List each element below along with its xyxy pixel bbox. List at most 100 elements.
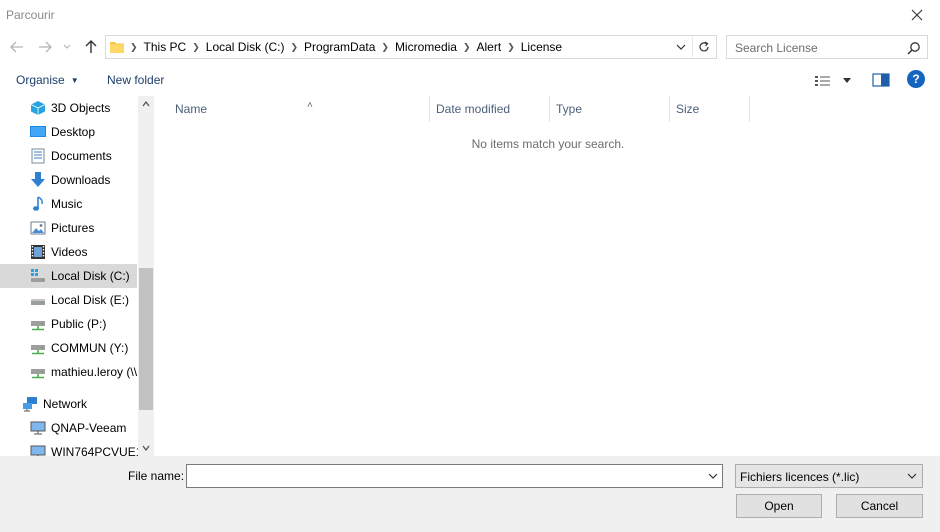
chevron-up-icon: [142, 101, 150, 107]
breadcrumb-separator-icon[interactable]: ❯: [461, 42, 473, 53]
nav-item-downloads[interactable]: Downloads: [0, 168, 137, 192]
scroll-thumb[interactable]: [139, 268, 153, 410]
nav-item-3d-objects[interactable]: 3D Objects: [0, 96, 137, 120]
change-view-button[interactable]: [815, 72, 855, 90]
empty-results-message: No items match your search.: [471, 137, 625, 151]
column-header-type[interactable]: Type: [550, 96, 670, 122]
details-view-icon: [815, 76, 830, 86]
nav-item-public-p[interactable]: Public (P:): [0, 312, 137, 336]
computer-icon: [30, 445, 46, 456]
nav-item-desktop[interactable]: Desktop: [0, 120, 137, 144]
nav-item-music[interactable]: Music: [0, 192, 137, 216]
network-drive-icon: [31, 345, 45, 355]
chevron-down-icon: [676, 44, 686, 50]
nav-scrollbar[interactable]: [138, 96, 154, 456]
nav-item-win764pcvue11[interactable]: WIN764PCVUE11: [0, 440, 148, 456]
file-type-value: Fichiers licences (*.lic): [740, 470, 860, 484]
file-type-dropdown-button[interactable]: [905, 468, 919, 484]
nav-item-label: Documents: [51, 149, 112, 163]
forward-arrow-icon: [39, 41, 52, 53]
address-history-button[interactable]: [674, 39, 688, 55]
file-name-label: File name:: [128, 469, 185, 483]
scroll-up-button[interactable]: [138, 96, 154, 112]
pictures-icon: [30, 221, 46, 235]
local-disk-icon: [31, 269, 45, 282]
breadcrumb-local-disk[interactable]: Local Disk (C:): [202, 40, 289, 54]
refresh-button[interactable]: [692, 37, 714, 57]
back-arrow-icon: [10, 41, 23, 53]
scroll-down-button[interactable]: [138, 440, 154, 456]
window-title: Parcourir: [6, 8, 55, 22]
nav-item-mathieu-leroy[interactable]: mathieu.leroy (\\: [0, 360, 137, 384]
file-type-select[interactable]: Fichiers licences (*.lic): [735, 464, 923, 488]
address-bar[interactable]: ❯ This PC ❯ Local Disk (C:) ❯ ProgramDat…: [105, 35, 717, 59]
nav-item-commun-y[interactable]: COMMUN (Y:): [0, 336, 137, 360]
nav-item-label: Public (P:): [51, 317, 107, 331]
navigation-bar: ❯ This PC ❯ Local Disk (C:) ❯ ProgramDat…: [0, 33, 940, 61]
chevron-down-icon: [907, 473, 917, 479]
breadcrumb: ❯ This PC ❯ Local Disk (C:) ❯ ProgramDat…: [128, 36, 566, 58]
back-button[interactable]: [8, 37, 26, 57]
nav-item-videos[interactable]: Videos: [0, 240, 137, 264]
search-input[interactable]: Search License: [735, 41, 818, 55]
nav-item-qnap-veeam[interactable]: QNAP-Veeam: [0, 416, 137, 440]
music-icon: [33, 196, 43, 211]
drive-icon: [31, 299, 45, 305]
nav-item-label: Downloads: [51, 173, 111, 187]
column-header-name[interactable]: ˄ Name: [169, 96, 430, 122]
breadcrumb-separator-icon[interactable]: ❯: [505, 42, 517, 53]
dialog-footer: File name: Fichiers licences (*.lic) Ope…: [0, 456, 940, 532]
organise-button[interactable]: Organise ▼: [16, 73, 79, 87]
nav-item-label: Network: [43, 397, 88, 411]
open-button[interactable]: Open: [736, 494, 822, 518]
documents-icon: [31, 148, 45, 164]
chevron-down-icon: [63, 44, 71, 49]
chevron-down-icon: [142, 445, 150, 451]
file-name-input[interactable]: [186, 464, 723, 488]
file-open-dialog: Parcourir ❯ This PC ❯ Local Disk (C:) ❯ …: [0, 0, 940, 532]
breadcrumb-micromedia[interactable]: Micromedia: [391, 40, 461, 54]
close-button[interactable]: [894, 0, 940, 30]
refresh-icon: [698, 41, 709, 52]
breadcrumb-separator-icon[interactable]: ❯: [288, 42, 300, 53]
nav-item-pictures[interactable]: Pictures: [0, 216, 137, 240]
breadcrumb-this-pc[interactable]: This PC: [140, 40, 191, 54]
nav-item-label: 3D Objects: [51, 101, 111, 115]
preview-pane-icon[interactable]: [872, 72, 890, 88]
breadcrumb-separator-icon: ❯: [130, 41, 138, 52]
desktop-icon: [30, 126, 46, 137]
nav-item-label: COMMUN (Y:): [51, 341, 129, 355]
organise-label: Organise: [16, 73, 65, 87]
up-button[interactable]: [82, 37, 100, 57]
file-list[interactable]: ˄ Name Date modified Type Size No items …: [156, 96, 940, 456]
help-button[interactable]: ?: [907, 70, 925, 88]
breadcrumb-separator-icon[interactable]: ❯: [190, 42, 202, 53]
nav-item-label: Music: [51, 197, 83, 211]
nav-item-network[interactable]: Network: [0, 392, 137, 416]
file-name-history-button[interactable]: [706, 468, 720, 484]
up-arrow-icon: [85, 40, 97, 53]
forward-button[interactable]: [36, 37, 54, 57]
nav-item-local-disk-e[interactable]: Local Disk (E:): [0, 288, 137, 312]
search-icon[interactable]: [907, 41, 921, 55]
column-header-size[interactable]: Size: [670, 96, 750, 122]
computer-icon: [30, 421, 46, 435]
search-box[interactable]: Search License: [726, 35, 928, 59]
nav-item-label: Desktop: [51, 125, 96, 139]
nav-item-label: Pictures: [51, 221, 95, 235]
breadcrumb-separator-icon[interactable]: ❯: [379, 42, 391, 53]
column-header-date-modified[interactable]: Date modified: [430, 96, 550, 122]
nav-item-label: QNAP-Veeam: [51, 421, 127, 435]
recent-locations-button[interactable]: [61, 37, 73, 57]
folder-icon: [110, 42, 124, 53]
cancel-button[interactable]: Cancel: [836, 494, 923, 518]
3d-objects-icon: [30, 101, 46, 115]
navigation-pane: 3D Objects Desktop Documents Downloads M…: [0, 96, 154, 456]
breadcrumb-programdata[interactable]: ProgramData: [300, 40, 379, 54]
breadcrumb-license[interactable]: License: [517, 40, 566, 54]
title-bar: Parcourir: [0, 0, 940, 30]
nav-item-documents[interactable]: Documents: [0, 144, 137, 168]
breadcrumb-alert[interactable]: Alert: [473, 40, 506, 54]
new-folder-button[interactable]: New folder: [107, 73, 164, 87]
nav-item-local-disk-c[interactable]: Local Disk (C:): [0, 264, 137, 288]
